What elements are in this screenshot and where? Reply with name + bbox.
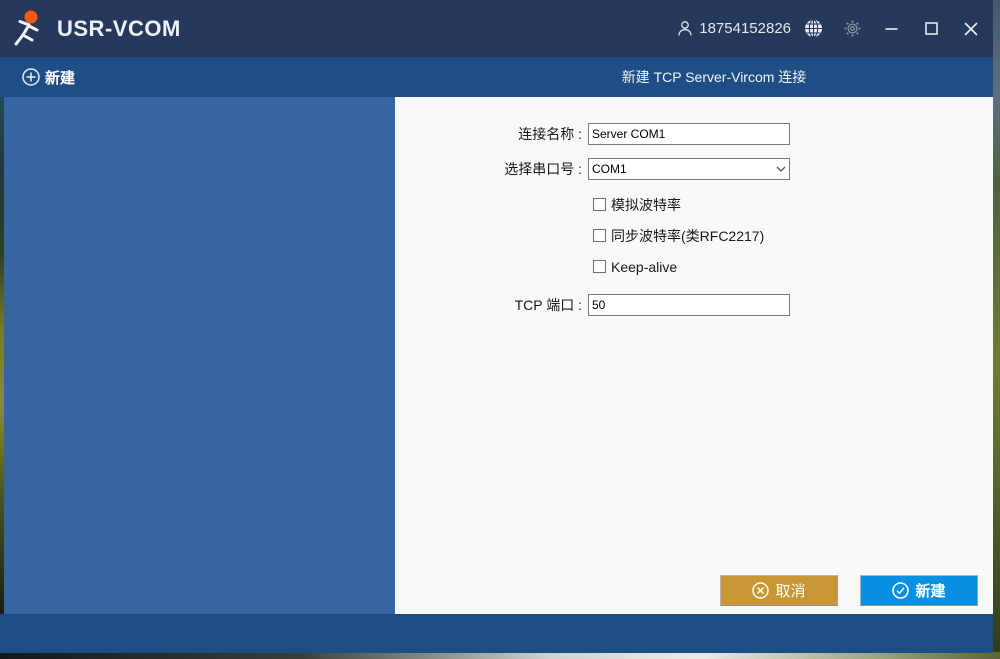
checkbox-box[interactable] [593, 229, 606, 242]
connection-name-label: 连接名称 : [395, 123, 582, 145]
connection-name-input[interactable] [588, 123, 790, 145]
checkbox-label: Keep-alive [611, 259, 677, 275]
content-area: 连接名称 : 选择串口号 : COM1 模拟波特率 同步波特率(类RFC2217… [0, 97, 993, 614]
serial-port-label: 选择串口号 : [395, 158, 582, 180]
check-circle-icon [892, 582, 909, 599]
usr-vcom-window: USR-VCOM 18754152826 [0, 0, 993, 653]
checkbox-label: 模拟波特率 [611, 195, 681, 215]
serial-port-select[interactable]: COM1 [588, 158, 790, 180]
checkbox-sync-baudrate-rfc2217[interactable]: 同步波特率(类RFC2217) [593, 228, 764, 243]
checkbox-box[interactable] [593, 198, 606, 211]
chevron-down-icon [776, 166, 786, 172]
cancel-button-label: 取消 [775, 580, 805, 601]
globe-icon[interactable] [804, 19, 823, 38]
checkbox-box[interactable] [593, 260, 606, 273]
maximize-icon[interactable] [925, 22, 938, 35]
toolbar: 新建 新建 TCP Server-Vircom 连接 [0, 57, 993, 97]
gear-icon[interactable] [844, 20, 861, 37]
serial-port-selected-value: COM1 [592, 162, 776, 176]
desktop-wallpaper-strip [0, 652, 1000, 659]
usr-runner-logo-icon [8, 8, 50, 50]
account-info[interactable]: 18754152826 [677, 20, 791, 37]
new-connection-form-panel: 连接名称 : 选择串口号 : COM1 模拟波特率 同步波特率(类RFC2217… [395, 97, 993, 614]
checkbox-keep-alive[interactable]: Keep-alive [593, 259, 677, 274]
new-connection-button[interactable]: 新建 [22, 67, 75, 88]
create-button[interactable]: 新建 [860, 575, 978, 606]
titlebar: USR-VCOM 18754152826 [0, 0, 993, 57]
footer-bar [0, 614, 993, 653]
create-button-label: 新建 [915, 580, 945, 601]
new-connection-label: 新建 [45, 67, 75, 88]
tcp-port-label: TCP 端口 : [395, 294, 582, 316]
desktop-wallpaper-strip-left [0, 97, 4, 614]
panel-title: 新建 TCP Server-Vircom 连接 [395, 57, 993, 97]
checkbox-simulate-baudrate[interactable]: 模拟波特率 [593, 197, 681, 212]
person-icon [677, 20, 693, 37]
plus-circle-icon [22, 68, 40, 86]
minimize-icon[interactable] [885, 22, 898, 35]
tcp-port-input[interactable] [588, 294, 790, 316]
titlebar-controls: 18754152826 [677, 19, 978, 38]
x-circle-icon [752, 582, 769, 599]
connection-list-sidebar [0, 97, 395, 614]
app-title: USR-VCOM [57, 16, 181, 42]
account-number: 18754152826 [699, 20, 791, 37]
cancel-button[interactable]: 取消 [720, 575, 838, 606]
close-icon[interactable] [964, 22, 978, 36]
checkbox-label: 同步波特率(类RFC2217) [611, 226, 764, 246]
